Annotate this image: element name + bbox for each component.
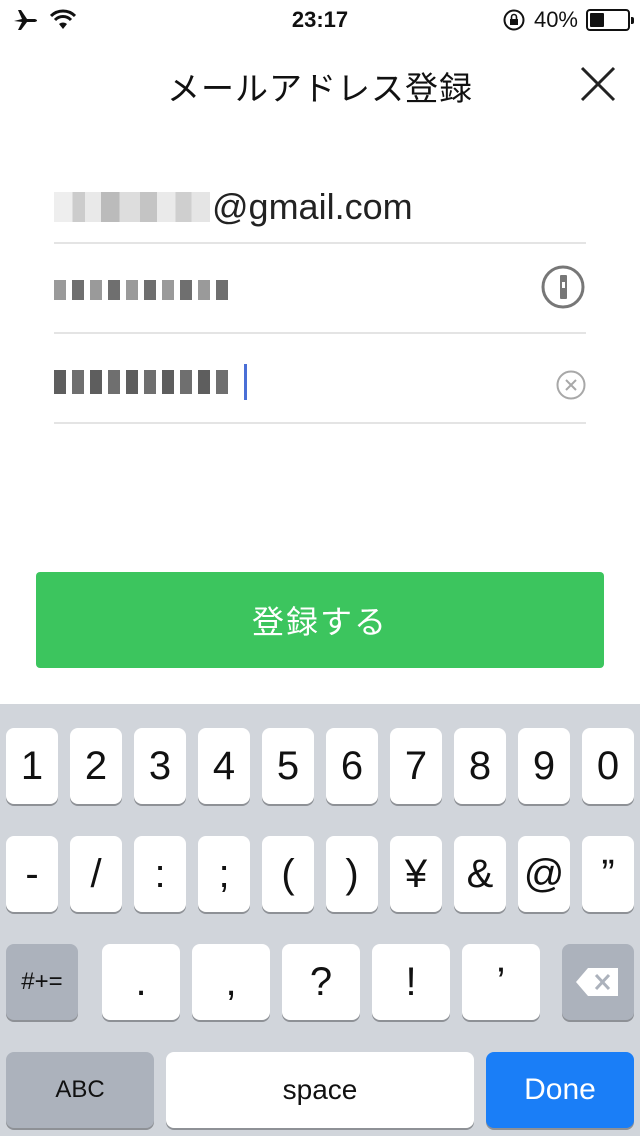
email-field[interactable]: @gmail.com bbox=[54, 160, 586, 244]
key-symbols[interactable]: #+= bbox=[6, 944, 78, 1020]
key-punct-1[interactable]: , bbox=[192, 944, 270, 1020]
key-punct-3[interactable]: ! bbox=[372, 944, 450, 1020]
password-field[interactable] bbox=[54, 244, 586, 334]
password-masked bbox=[54, 280, 228, 300]
key-symbol-8[interactable]: @ bbox=[518, 836, 570, 912]
text-cursor bbox=[244, 364, 247, 400]
key-number-8[interactable]: 9 bbox=[518, 728, 570, 804]
keyboard: 1234567890 - /:;() ¥ & @” #+= .,?!’ ABC spac… bbox=[0, 704, 640, 1136]
key-abc[interactable]: ABC bbox=[6, 1052, 154, 1128]
battery-fill bbox=[590, 13, 605, 27]
key-number-5[interactable]: 6 bbox=[326, 728, 378, 804]
backspace-icon bbox=[576, 968, 618, 996]
backspace-key[interactable] bbox=[562, 944, 634, 1020]
key-symbol-0[interactable]: - bbox=[6, 836, 58, 912]
key-number-1[interactable]: 2 bbox=[70, 728, 122, 804]
key-symbol-2[interactable]: : bbox=[134, 836, 186, 912]
rotation-lock-icon bbox=[503, 9, 525, 31]
status-bar: 23:17 40% bbox=[0, 0, 640, 40]
battery-percent: 40% bbox=[533, 7, 578, 32]
page-title: メールアドレス登録 bbox=[167, 69, 473, 108]
key-number-2[interactable]: 3 bbox=[134, 728, 186, 804]
key-punct-4[interactable]: ’ bbox=[462, 944, 540, 1020]
key-punct-0[interactable]: . bbox=[102, 944, 180, 1020]
password-confirm-masked bbox=[54, 370, 228, 394]
close-icon bbox=[580, 66, 616, 102]
close-button[interactable] bbox=[578, 64, 618, 104]
key-number-9[interactable]: 0 bbox=[582, 728, 634, 804]
key-symbol-9[interactable]: ” bbox=[582, 836, 634, 912]
key-symbol-1[interactable]: / bbox=[70, 836, 122, 912]
key-space[interactable]: space bbox=[166, 1052, 474, 1128]
registration-form: @gmail.com bbox=[54, 160, 586, 424]
key-number-0[interactable]: 1 bbox=[6, 728, 58, 804]
key-symbol-6[interactable]: ¥ bbox=[390, 836, 442, 912]
email-domain: @gmail.com bbox=[212, 186, 413, 227]
header: メールアドレス登録 bbox=[0, 40, 640, 128]
password-manager-icon[interactable] bbox=[540, 264, 586, 310]
key-number-4[interactable]: 5 bbox=[262, 728, 314, 804]
email-value: @gmail.com bbox=[54, 186, 413, 228]
key-symbol-4[interactable]: ( bbox=[262, 836, 314, 912]
password-confirm-field[interactable] bbox=[54, 334, 586, 424]
key-symbol-5[interactable]: ) bbox=[326, 836, 378, 912]
key-symbol-3[interactable]: ; bbox=[198, 836, 250, 912]
email-redacted bbox=[54, 192, 210, 222]
key-done[interactable]: Done bbox=[486, 1052, 634, 1128]
key-punct-2[interactable]: ? bbox=[282, 944, 360, 1020]
key-number-3[interactable]: 4 bbox=[198, 728, 250, 804]
key-number-7[interactable]: 8 bbox=[454, 728, 506, 804]
register-button[interactable]: 登録する bbox=[36, 572, 604, 668]
battery-icon bbox=[586, 9, 634, 31]
key-number-6[interactable]: 7 bbox=[390, 728, 442, 804]
clear-icon[interactable] bbox=[556, 370, 586, 400]
key-symbol-7[interactable]: & bbox=[454, 836, 506, 912]
